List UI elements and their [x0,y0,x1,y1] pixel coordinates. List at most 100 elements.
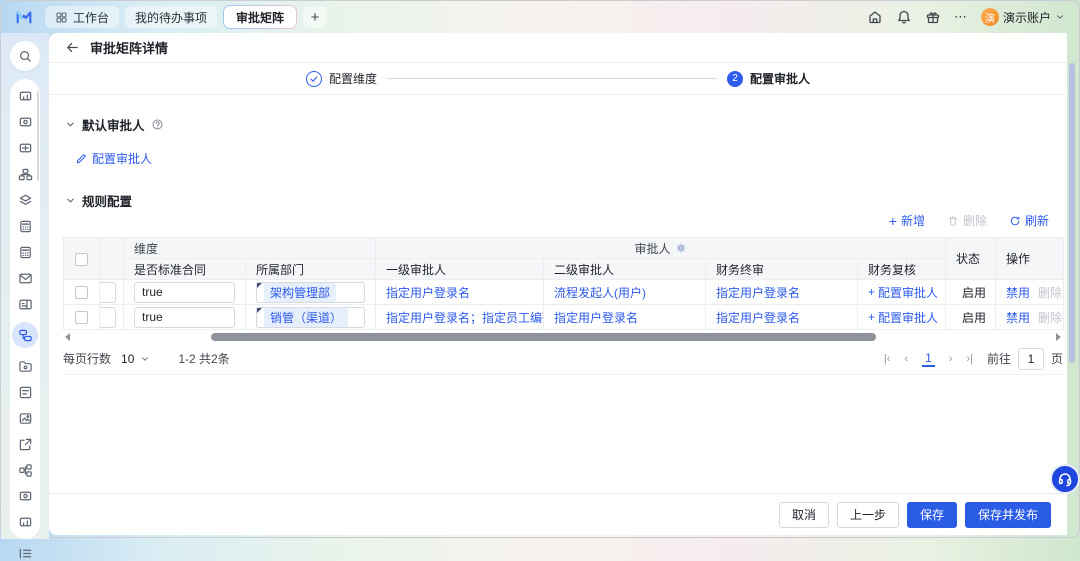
approver-group-header: 审批人 [375,237,947,259]
sidebar-item-folder[interactable] [14,358,36,374]
select-all-checkbox[interactable] [75,252,88,266]
account-menu[interactable]: 演 演示账户 [980,8,1065,26]
sidebar-item-org[interactable] [14,166,36,182]
sidebar-item-app-1[interactable] [14,88,36,104]
home-icon[interactable] [867,9,883,25]
delete-rule-button[interactable]: 删除 [947,212,987,229]
next-page-button[interactable]: › [949,353,953,365]
first-page-button[interactable]: |‹ [884,353,891,365]
step-configure-approver[interactable]: 2 配置审批人 [727,70,810,87]
sidebar-search-button[interactable] [10,41,40,71]
sidebar-item-workflow[interactable] [14,462,36,478]
sidebar-item-calc-2[interactable] [14,244,36,260]
sidebar-item-app-3[interactable] [14,140,36,156]
last-page-button[interactable]: ›| [966,353,973,365]
gear-icon[interactable] [675,242,687,254]
sidebar-item-app-2[interactable] [14,114,36,130]
tab-workbench[interactable]: 工作台 [45,6,120,28]
workbench-grid-icon [55,11,68,24]
new-tab-button[interactable]: + [303,6,328,28]
department-input[interactable]: 销管（渠道） [256,306,366,328]
finance-final-link[interactable]: 指定用户登录名 [716,311,800,325]
tab-my-todos[interactable]: 我的待办事项 [125,6,218,28]
tab-approval-matrix-label: 审批矩阵 [236,10,285,25]
horizontal-scrollbar[interactable] [63,330,1063,343]
department-tag: 架构管理部 [264,282,337,302]
col-standard-contract: 是否标准合同 [123,258,246,280]
scroll-right-arrow-icon[interactable] [1056,332,1061,341]
sidebar-item-monitor-1[interactable] [14,488,36,504]
scroll-left-arrow-icon[interactable] [65,332,70,341]
layers-icon [18,193,33,208]
step-done-check-icon [309,74,319,84]
save-and-publish-button[interactable]: 保存并发布 [964,501,1051,528]
standard-contract-input[interactable]: true [134,306,235,328]
sidebar-scrollbar[interactable] [37,91,39,181]
default-approver-section-title: 默认审批人 [82,119,145,133]
level2-approver-link[interactable]: 指定用户登录名 [554,311,638,325]
back-arrow-icon[interactable] [65,40,80,55]
app-window-icon [18,115,33,130]
customer-service-fab[interactable] [1050,464,1080,494]
row-checkbox[interactable] [75,286,88,300]
delete-action[interactable]: 删除 [1038,286,1062,300]
save-button[interactable]: 保存 [906,501,957,528]
sidebar-item-card[interactable] [14,296,36,312]
step1-label: 配置维度 [328,72,377,86]
section-collapse-icon[interactable] [65,195,76,206]
clipped-input[interactable] [100,281,116,303]
calculator-icon [18,245,33,260]
configure-finance-review-link[interactable]: + 配置审批人 [868,284,938,301]
horizontal-scrollbar-thumb[interactable] [211,332,876,341]
delete-action[interactable]: 删除 [1038,311,1062,325]
vertical-scrollbar[interactable] [1069,37,1075,531]
status-badge: 启用 [962,310,987,325]
rows-per-page-select[interactable]: 10 [121,352,150,366]
more-menu-button[interactable]: ⋯ [954,9,968,25]
clipped-input[interactable] [100,306,116,328]
current-page-number[interactable]: 1 [922,351,935,367]
chevron-down-icon [140,354,150,364]
previous-step-button[interactable]: 上一步 [836,501,899,528]
collapse-menu-icon [18,546,33,561]
section-collapse-icon[interactable] [65,119,76,130]
row-checkbox[interactable] [75,311,88,325]
sidebar-item-monitor-2[interactable] [14,514,36,530]
step2-label: 配置审批人 [750,72,811,86]
add-rule-button[interactable]: + 新增 [889,212,925,229]
sidebar-collapse-button[interactable] [14,546,36,561]
sidebar-item-layers[interactable] [14,192,36,208]
prev-page-button[interactable]: ‹ [904,353,908,365]
help-question-icon[interactable] [151,118,164,131]
configure-default-approver-link[interactable]: 配置审批人 [75,150,1051,167]
department-input[interactable]: 架构管理部 [256,281,366,303]
sidebar-item-mail[interactable] [14,270,36,286]
refresh-button[interactable]: 刷新 [1009,212,1049,229]
level1-approver-link[interactable]: 指定用户登录名 [386,286,470,300]
configure-finance-review-link[interactable]: + 配置审批人 [868,309,938,326]
gift-icon[interactable] [925,9,941,25]
sidebar-item-approval-flow-active[interactable] [12,322,38,348]
sidebar-item-export[interactable] [14,436,36,452]
cancel-button[interactable]: 取消 [778,501,829,528]
standard-contract-input[interactable]: true [134,281,235,303]
level1-approver-link[interactable]: 指定用户登录名；指定员工编码 [386,311,543,325]
disable-action[interactable]: 禁用 [1006,286,1030,300]
image-doc-icon [18,411,33,426]
finance-final-link[interactable]: 指定用户登录名 [716,286,800,300]
disable-action[interactable]: 禁用 [1006,311,1030,325]
rows-per-page-label: 每页行数 [63,352,112,366]
step-configure-dimension[interactable]: 配置维度 [305,70,377,87]
stepper: 配置维度 2 配置审批人 [49,63,1067,95]
vertical-scrollbar-thumb[interactable] [1069,63,1075,363]
monitor-icon [18,489,33,504]
org-chart-icon [18,167,33,182]
sidebar-item-calc-1[interactable] [14,218,36,234]
sidebar-item-form[interactable] [14,384,36,400]
cell-corner-marker [257,282,262,288]
tab-approval-matrix[interactable]: 审批矩阵 [223,5,298,29]
level2-approver-link[interactable]: 流程发起人(用户) [554,286,646,300]
bell-icon[interactable] [896,9,912,25]
sidebar-item-image-doc[interactable] [14,410,36,426]
goto-page-input[interactable]: 1 [1017,347,1044,370]
